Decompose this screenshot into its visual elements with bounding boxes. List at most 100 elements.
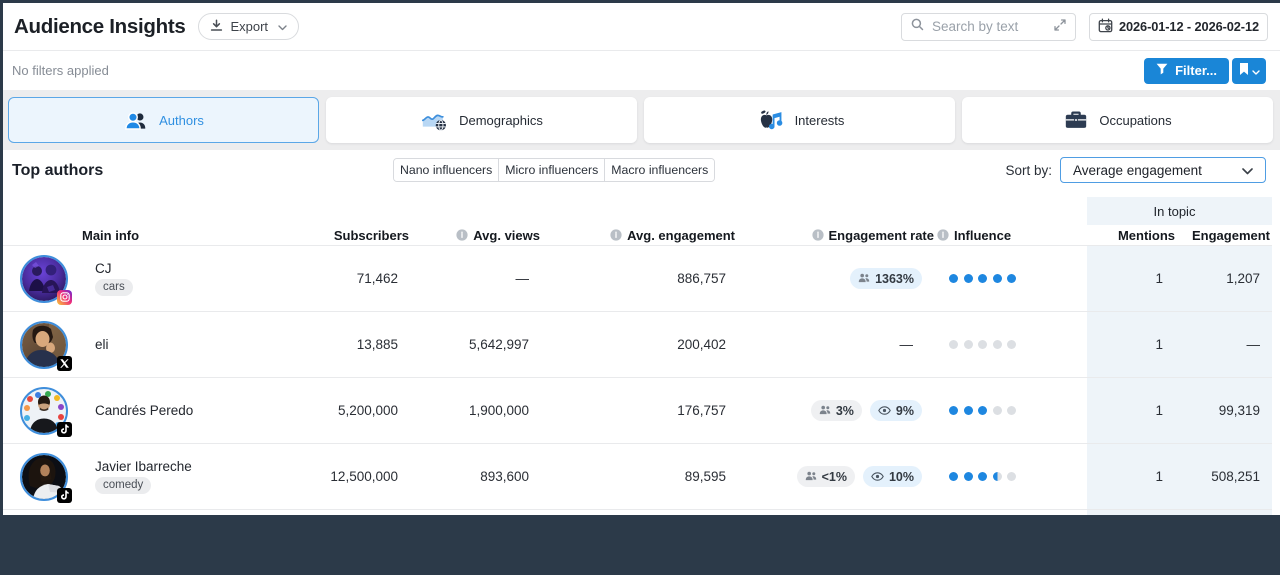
tab-authors[interactable]: Authors [8,97,319,143]
tab-demographics-label: Demographics [459,112,543,128]
avg-views-value: 1,900,000 [468,403,529,418]
table-group-header-row: In topic [3,197,1280,225]
top-authors-controls: Top authors Nano influencers Micro influ… [3,150,1280,197]
avg-views-value: 893,600 [480,469,529,484]
section-heading: Top authors [12,162,104,179]
export-button[interactable]: Export [198,13,300,40]
sort-select-value: Average engagement [1073,162,1202,178]
expand-icon[interactable] [1054,18,1066,36]
influence-dot [949,274,958,283]
in-topic-engagement-value: 1,207 [1226,271,1260,286]
avatar[interactable] [20,386,72,437]
subscribers-value: 13,885 [356,337,398,352]
engagement-rate-pill: 10% [862,466,922,487]
x-icon [57,355,72,371]
subscribers-value: 71,462 [356,271,398,286]
tiktok-icon [57,421,72,437]
influence-dot [1007,340,1016,349]
info-icon[interactable] [811,229,824,241]
avatar[interactable] [20,254,72,305]
segment-nano-influencers[interactable]: Nano influencers [394,159,499,181]
insight-tabs: Authors Demographics Interests Occupatio… [3,90,1280,150]
engagement-rate-pill: 3% [810,400,862,421]
people-icon [858,272,870,286]
top-authors-table: In topic Main info Subscribers Avg. view… [3,197,1280,515]
calendar-icon [1098,18,1113,36]
column-header-engagement-rate[interactable]: Engagement rate [737,228,936,243]
avg-engagement-value: 89,595 [684,469,726,484]
tab-demographics[interactable]: Demographics [326,97,637,143]
influence-dot [978,274,987,283]
influence-dot [978,340,987,349]
influence-dot [963,406,973,415]
author-name[interactable]: Candrés Peredo [95,403,193,418]
author-row[interactable]: Candrés Peredo 5,200,000 1,900,000 176,7… [3,377,1280,443]
influence-dot [992,274,1002,283]
influence-dots [936,340,1087,349]
influence-dot [1007,274,1016,283]
column-header-mentions[interactable]: Mentions [1087,228,1177,243]
info-icon[interactable] [610,229,622,241]
tiktok-icon [57,487,72,503]
eye-icon [871,470,884,484]
area-chart-globe-icon [420,107,449,134]
in-topic-engagement-value: 99,319 [1218,403,1260,418]
apple-music-icon [755,106,785,134]
download-icon [210,18,223,35]
instagram-icon [57,289,72,305]
chevron-down-icon [1251,63,1260,78]
column-header-avg-engagement[interactable]: Avg. engagement [540,228,737,243]
filter-button-label: Filter... [1175,63,1217,78]
tab-occupations[interactable]: Occupations [962,97,1273,143]
influence-dots [936,274,1087,283]
date-range-picker[interactable]: 2026-01-12 - 2026-02-12 [1089,12,1268,41]
influence-dot [949,406,958,415]
avatar[interactable] [20,452,72,503]
author-name[interactable]: Javier Ibarreche [95,459,192,474]
influence-dot [978,472,987,481]
segment-macro-influencers[interactable]: Macro influencers [604,159,715,181]
author-row[interactable]: Javier Ibarreche comedy 12,500,000 893,6… [3,443,1280,509]
influence-dot [1007,472,1016,481]
saved-filters-button[interactable] [1232,57,1266,84]
tab-interests[interactable]: Interests [644,97,955,143]
avg-engagement-value: 200,402 [677,337,726,352]
sort-select[interactable]: Average engagement [1060,157,1266,183]
avg-engagement-value: 176,757 [677,403,726,418]
column-header-subscribers[interactable]: Subscribers [320,228,409,243]
scrollbar-gutter[interactable] [1272,197,1280,515]
filter-button[interactable]: Filter... [1144,57,1229,84]
column-header-main-info[interactable]: Main info [3,228,320,243]
influence-dot [978,406,987,415]
column-header-in-topic-engagement[interactable]: Engagement [1177,228,1272,243]
influence-dot [992,472,1002,481]
author-name[interactable]: eli [95,337,109,352]
column-header-avg-views[interactable]: Avg. views [409,228,540,243]
column-header-influence[interactable]: Influence [936,228,1087,243]
mentions-value: 1 [1155,469,1163,484]
info-icon[interactable] [937,229,949,241]
search-input[interactable] [932,19,1046,34]
avg-engagement-value: 886,757 [677,271,726,286]
segment-micro-influencers[interactable]: Micro influencers [498,159,605,181]
engagement-rate-pill: 1363% [850,268,922,289]
influence-dots [936,406,1087,415]
info-icon[interactable] [456,229,468,241]
page-title: Audience Insights [14,14,186,38]
influence-dot [949,472,958,481]
author-row[interactable]: CJ cars 71,462 — 886,757 1363% 1 1,207 [3,245,1280,311]
filter-status: No filters applied [12,63,109,78]
avatar[interactable] [20,320,72,371]
author-row[interactable] [3,509,1280,575]
in-topic-group-header: In topic [1153,203,1196,219]
mentions-value: 1 [1155,271,1163,286]
people-icon [819,404,831,418]
people-icon [805,470,817,484]
author-name[interactable]: CJ [95,261,112,276]
chevron-down-icon [1242,163,1253,178]
author-row[interactable]: eli 13,885 5,642,997 200,402 — 1 — [3,311,1280,377]
in-topic-engagement-value: 508,251 [1211,469,1260,484]
table-header-row: Main info Subscribers Avg. views Avg. en… [3,225,1280,245]
avg-views-value: 5,642,997 [468,337,529,352]
funnel-icon [1156,63,1168,78]
